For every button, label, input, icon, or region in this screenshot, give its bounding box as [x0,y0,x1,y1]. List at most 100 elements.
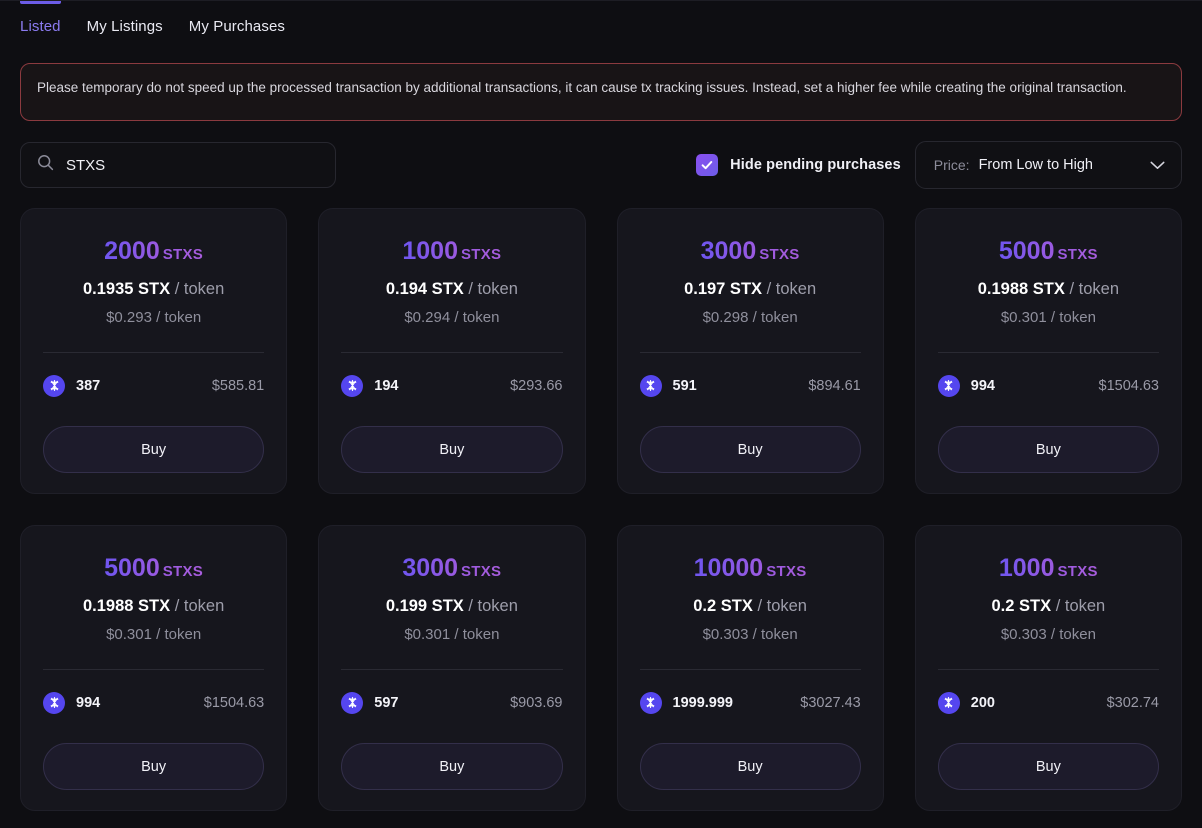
buy-button[interactable]: Buy [43,743,264,790]
listing-card[interactable]: 3000STXS 0.199 STX / token $0.301 / toke… [318,525,585,811]
checkbox-checked-icon[interactable] [696,154,718,176]
listing-usd-value: $0.301 [404,626,450,643]
listing-usd-rate: $0.294 / token [341,310,562,325]
listing-total-quantity: 200 [971,695,995,711]
listing-rate-value: 0.1988 STX [83,597,170,615]
tab-listed[interactable]: Listed [20,1,61,34]
listing-total-quantity-group: 194 [341,375,398,397]
listing-rate: 0.194 STX / token [341,281,562,298]
search-input[interactable] [66,157,319,174]
listing-rate-suffix: / token [175,280,225,298]
listing-totals: 1999.999 $3027.43 [640,692,861,714]
listing-usd-suffix: / token [753,626,798,643]
listing-card[interactable]: 3000STXS 0.197 STX / token $0.298 / toke… [617,208,884,494]
listing-amount-value: 3000 [701,237,757,265]
listing-card[interactable]: 1000STXS 0.2 STX / token $0.303 / token … [915,525,1182,811]
stacks-icon [938,692,960,714]
listing-usd-value: $0.294 [404,309,450,326]
stacks-icon [938,375,960,397]
listing-card[interactable]: 5000STXS 0.1988 STX / token $0.301 / tok… [20,525,287,811]
card-divider [43,352,264,353]
buy-button[interactable]: Buy [640,426,861,473]
listing-usd-suffix: / token [156,309,201,326]
stacks-icon [640,692,662,714]
search-icon [37,154,54,176]
listing-rate: 0.2 STX / token [640,598,861,615]
controls-row: Hide pending purchases Price: From Low t… [20,142,1182,188]
listing-amount-symbol: STXS [461,246,501,263]
buy-button[interactable]: Buy [938,426,1159,473]
listing-amount-symbol: STXS [766,563,806,580]
buy-button[interactable]: Buy [43,426,264,473]
buy-button[interactable]: Buy [938,743,1159,790]
listing-usd-value: $0.301 [1001,309,1047,326]
listing-rate: 0.197 STX / token [640,281,861,298]
listing-usd-value: $0.303 [703,626,749,643]
listing-usd-suffix: / token [1051,626,1096,643]
listing-card[interactable]: 1000STXS 0.194 STX / token $0.294 / toke… [318,208,585,494]
listing-card[interactable]: 2000STXS 0.1935 STX / token $0.293 / tok… [20,208,287,494]
listing-rate-value: 0.2 STX [693,597,753,615]
listing-total-usd: $1504.63 [1099,378,1159,394]
hide-pending-purchases-label: Hide pending purchases [730,157,901,173]
price-sort-prefix: Price: [934,157,970,173]
listing-usd-rate: $0.293 / token [43,310,264,325]
listing-rate-value: 0.197 STX [684,280,762,298]
listing-grid: 2000STXS 0.1935 STX / token $0.293 / tok… [20,208,1182,811]
listing-total-quantity: 597 [374,695,398,711]
card-divider [341,352,562,353]
listing-total-usd: $293.66 [510,378,562,394]
tab-my-listings[interactable]: My Listings [87,1,163,34]
chevron-down-icon[interactable] [1150,161,1165,170]
listing-amount-value: 1000 [402,237,458,265]
listing-amount-value: 1000 [999,554,1055,582]
listing-amount: 3000STXS [640,239,861,264]
listing-usd-rate: $0.303 / token [640,627,861,642]
listing-total-quantity-group: 1999.999 [640,692,733,714]
listing-usd-value: $0.298 [703,309,749,326]
listing-amount-value: 2000 [104,237,160,265]
search-box[interactable] [20,142,336,188]
warning-banner-text: Please temporary do not speed up the pro… [37,77,1165,99]
listing-rate-value: 0.1935 STX [83,280,170,298]
price-sort-select[interactable]: Price: From Low to High [915,141,1182,189]
listing-rate: 0.1988 STX / token [938,281,1159,298]
listing-rate: 0.1988 STX / token [43,598,264,615]
price-sort-value: From Low to High [979,157,1093,173]
listing-usd-suffix: / token [454,626,499,643]
hide-pending-purchases-toggle[interactable]: Hide pending purchases [696,154,901,176]
listing-usd-suffix: / token [156,626,201,643]
tab-my-purchases[interactable]: My Purchases [189,1,285,34]
listing-card[interactable]: 10000STXS 0.2 STX / token $0.303 / token… [617,525,884,811]
listing-total-usd: $1504.63 [204,695,264,711]
listing-usd-rate: $0.303 / token [938,627,1159,642]
listing-totals: 387 $585.81 [43,375,264,397]
listing-total-usd: $302.74 [1107,695,1159,711]
buy-button[interactable]: Buy [341,426,562,473]
listing-amount: 1000STXS [938,556,1159,581]
listing-total-quantity: 994 [76,695,100,711]
listing-amount: 3000STXS [341,556,562,581]
listing-rate-suffix: / token [468,280,518,298]
listing-rate-value: 0.194 STX [386,280,464,298]
listing-usd-suffix: / token [454,309,499,326]
listing-rate-suffix: / token [1069,280,1119,298]
listing-amount-symbol: STXS [759,246,799,263]
listing-amount-symbol: STXS [1057,246,1097,263]
listing-total-usd: $903.69 [510,695,562,711]
listing-card[interactable]: 5000STXS 0.1988 STX / token $0.301 / tok… [915,208,1182,494]
stacks-icon [43,375,65,397]
card-divider [341,669,562,670]
listing-amount-value: 10000 [694,554,764,582]
listing-rate: 0.2 STX / token [938,598,1159,615]
listing-rate: 0.1935 STX / token [43,281,264,298]
listing-rate-value: 0.1988 STX [978,280,1065,298]
listing-amount-value: 3000 [402,554,458,582]
buy-button[interactable]: Buy [341,743,562,790]
listing-amount-symbol: STXS [163,246,203,263]
listing-rate: 0.199 STX / token [341,598,562,615]
listing-totals: 597 $903.69 [341,692,562,714]
listing-total-quantity: 591 [673,378,697,394]
controls-right: Hide pending purchases Price: From Low t… [696,141,1182,189]
buy-button[interactable]: Buy [640,743,861,790]
